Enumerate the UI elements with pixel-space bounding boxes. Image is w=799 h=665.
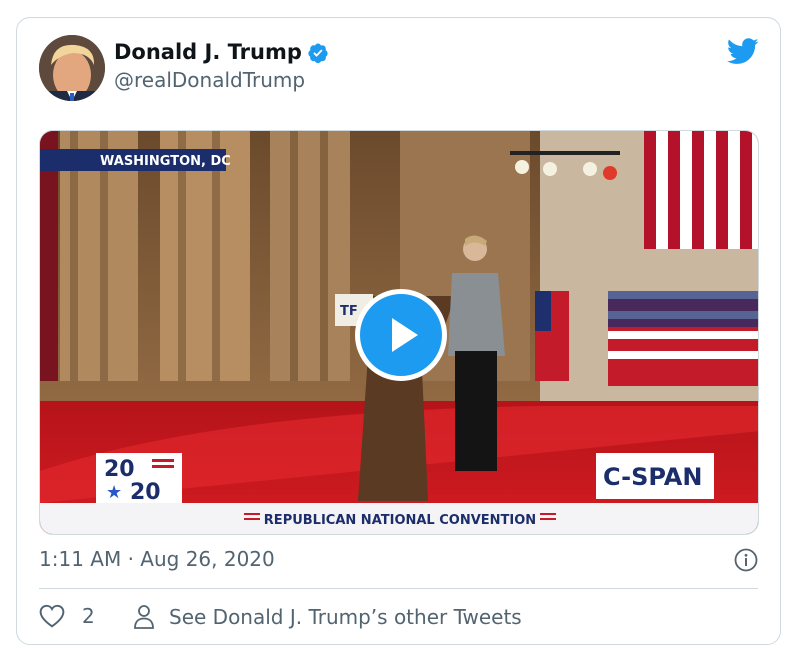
badge-top: 20 bbox=[104, 457, 135, 482]
play-button[interactable] bbox=[355, 289, 447, 381]
other-tweets-label: See Donald J. Trump’s other Tweets bbox=[169, 605, 522, 629]
like-count: 2 bbox=[82, 604, 95, 628]
tweet-actions: 2 See Donald J. Trump’s other Tweets bbox=[39, 604, 759, 634]
info-icon[interactable] bbox=[734, 548, 758, 572]
podium-text: TF bbox=[340, 304, 358, 319]
tweet-card: Donald J. Trump @realDonaldTrump TF WASH… bbox=[16, 17, 781, 645]
other-tweets-link[interactable]: See Donald J. Trump’s other Tweets bbox=[133, 604, 522, 630]
author-name[interactable]: Donald J. Trump bbox=[114, 40, 302, 64]
badge-bottom: 20 bbox=[130, 480, 161, 505]
video-player[interactable]: TF WASHINGTON, DC 20 20 ★ C-SPAN REPUBLI… bbox=[39, 130, 759, 535]
play-icon bbox=[392, 318, 418, 352]
banner-text: REPUBLICAN NATIONAL CONVENTION bbox=[264, 513, 536, 528]
like-button[interactable]: 2 bbox=[39, 604, 95, 628]
divider bbox=[39, 588, 758, 589]
tweet-timestamp[interactable]: 1:11 AM · Aug 26, 2020 bbox=[39, 547, 275, 571]
twitter-bird-icon[interactable] bbox=[727, 38, 759, 65]
location-label: WASHINGTON, DC bbox=[100, 154, 231, 169]
person-icon bbox=[134, 605, 154, 629]
author-handle[interactable]: @realDonaldTrump bbox=[114, 68, 305, 92]
avatar-image bbox=[39, 35, 105, 101]
network-logo: C-SPAN bbox=[603, 463, 702, 491]
avatar[interactable] bbox=[39, 35, 105, 101]
verified-badge-icon bbox=[308, 43, 328, 64]
heart-icon bbox=[39, 604, 65, 628]
svg-text:★: ★ bbox=[106, 482, 122, 503]
